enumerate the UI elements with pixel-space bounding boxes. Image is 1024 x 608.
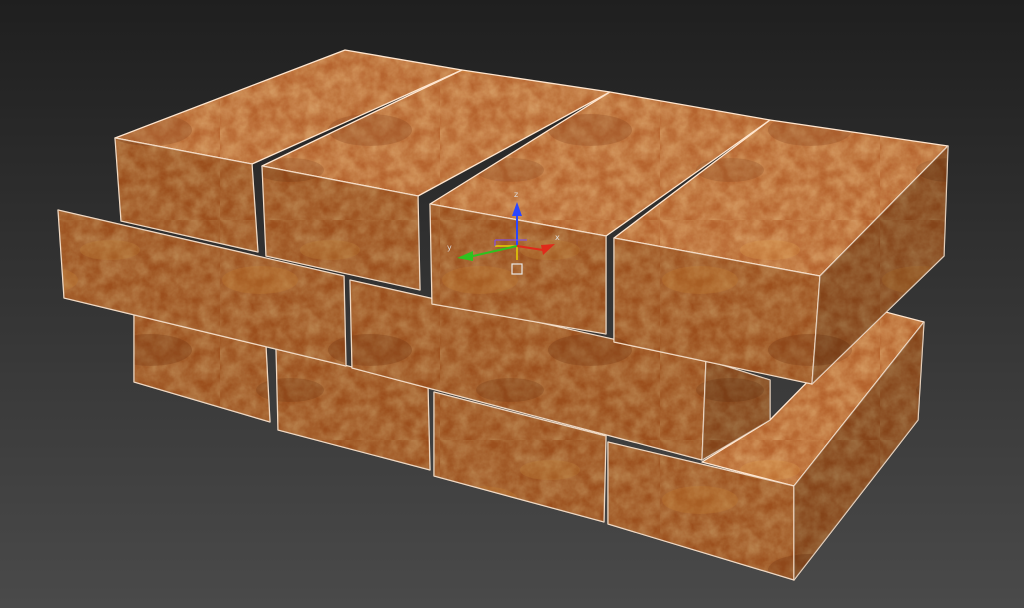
perspective-viewport[interactable]: z x y — [0, 0, 1024, 608]
gizmo-y-label: y — [447, 243, 452, 252]
gizmo-z-label: z — [514, 190, 518, 199]
gizmo-x-label: x — [555, 233, 560, 242]
viewport[interactable]: z x y — [0, 0, 1024, 608]
